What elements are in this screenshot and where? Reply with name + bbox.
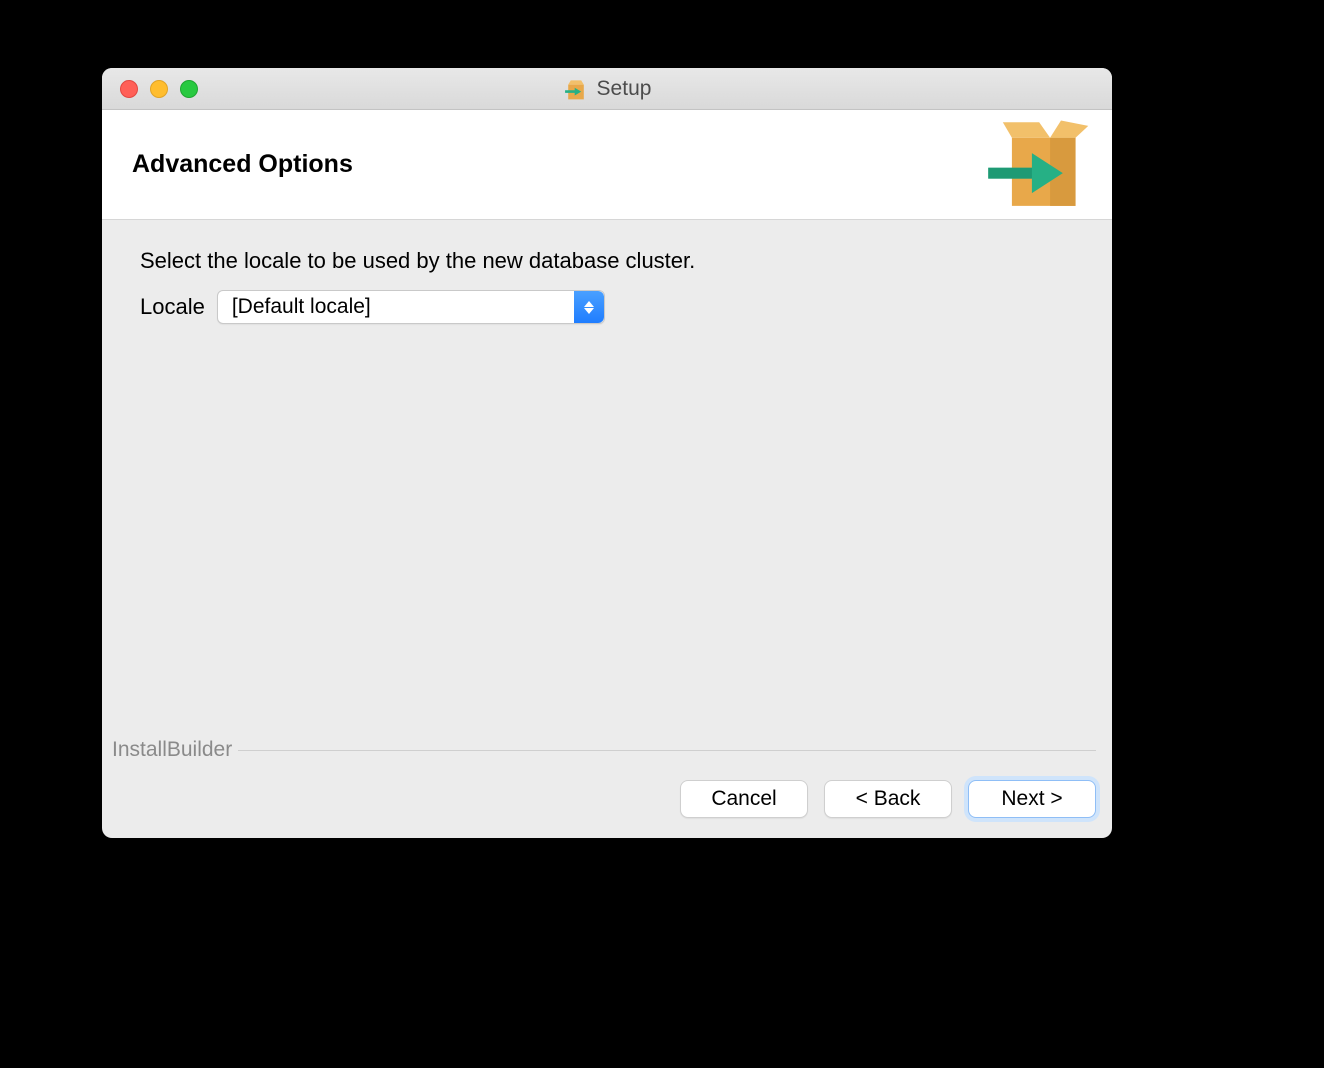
zoom-window-button[interactable] <box>180 80 198 98</box>
next-button-label: Next > <box>1001 787 1062 811</box>
window-title: Setup <box>102 77 1112 101</box>
window-title-text: Setup <box>597 77 652 101</box>
divider <box>238 750 1096 751</box>
instruction-text: Select the locale to be used by the new … <box>140 248 1074 274</box>
back-button[interactable]: < Back <box>824 780 952 818</box>
page-title: Advanced Options <box>132 150 353 179</box>
locale-select[interactable]: [Default locale] <box>217 290 605 324</box>
wizard-buttons: Cancel < Back Next > <box>110 780 1096 818</box>
footer: InstallBuilder Cancel < Back Next > <box>102 738 1112 838</box>
titlebar: Setup <box>102 68 1112 110</box>
next-button[interactable]: Next > <box>968 780 1096 818</box>
close-window-button[interactable] <box>120 80 138 98</box>
locale-label: Locale <box>140 294 205 320</box>
back-button-label: < Back <box>856 787 921 811</box>
chevron-up-icon <box>584 301 594 307</box>
brand-row: InstallBuilder <box>110 738 1096 762</box>
minimize-window-button[interactable] <box>150 80 168 98</box>
locale-field: Locale [Default locale] <box>140 290 1074 324</box>
select-stepper-icon <box>574 291 604 323</box>
cancel-button[interactable]: Cancel <box>680 780 808 818</box>
content-area: Select the locale to be used by the new … <box>102 220 1112 750</box>
cancel-button-label: Cancel <box>711 787 776 811</box>
box-arrow-icon <box>563 77 589 101</box>
page-header: Advanced Options <box>102 110 1112 220</box>
chevron-down-icon <box>584 308 594 314</box>
brand-label: InstallBuilder <box>110 738 238 762</box>
locale-select-value: [Default locale] <box>232 295 371 319</box>
box-arrow-icon <box>986 115 1096 215</box>
window-controls <box>120 80 198 98</box>
setup-window: Setup Advanced Options Select the locale… <box>102 68 1112 838</box>
